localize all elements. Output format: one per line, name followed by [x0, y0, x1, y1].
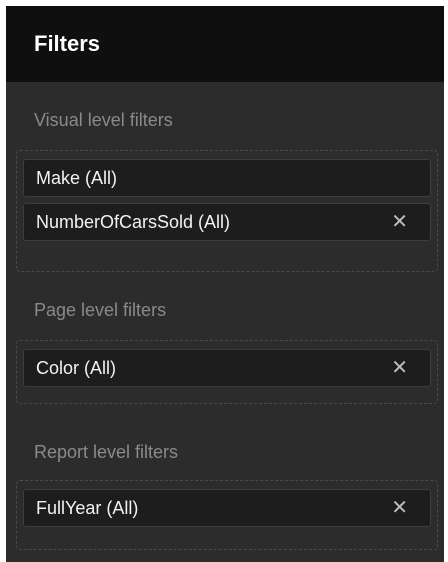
visual-level-filters-heading: Visual level filters	[34, 110, 173, 130]
report-level-filters-heading: Report level filters	[34, 442, 179, 462]
remove-filter-icon[interactable]: ✕	[391, 358, 408, 378]
filter-card-fullyear[interactable]: FullYear (All) ✕	[23, 489, 431, 527]
filters-pane-header: Filters	[6, 6, 444, 82]
filter-card-label: NumberOfCarsSold (All)	[36, 211, 231, 232]
filter-card-label: FullYear (All)	[36, 497, 139, 518]
filters-pane-title: Filters	[34, 31, 101, 56]
remove-filter-icon[interactable]: ✕	[391, 498, 408, 518]
filter-card-color[interactable]: Color (All) ✕	[23, 349, 431, 387]
filter-card-make[interactable]: Make (All)	[23, 159, 431, 197]
remove-filter-icon[interactable]: ✕	[391, 212, 408, 232]
filter-card-numberofcarssold[interactable]: NumberOfCarsSold (All) ✕	[23, 203, 431, 241]
page-level-filters-well[interactable]: Color (All) ✕	[16, 340, 438, 404]
visual-level-filters-well[interactable]: Make (All) NumberOfCarsSold (All) ✕	[16, 150, 438, 272]
report-level-filters-well[interactable]: FullYear (All) ✕	[16, 480, 438, 550]
filters-pane: Filters Visual level filters Make (All) …	[6, 6, 444, 562]
filter-card-label: Color (All)	[36, 357, 117, 378]
filter-card-label: Make (All)	[36, 167, 118, 188]
page-level-filters-heading: Page level filters	[34, 300, 167, 320]
